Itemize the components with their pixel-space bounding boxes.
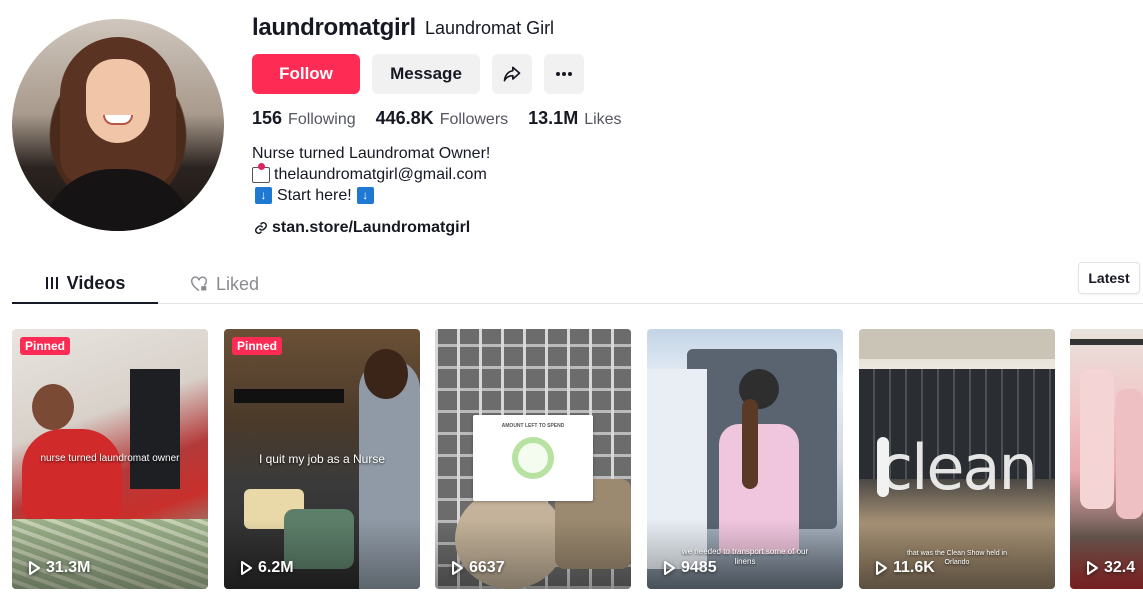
play-icon — [452, 561, 463, 575]
stat-followers[interactable]: 446.8K Followers — [376, 108, 509, 129]
stat-label: Following — [288, 111, 356, 128]
stat-label: Likes — [584, 111, 622, 128]
tab-label: Videos — [66, 272, 126, 293]
video-views: 6637 — [451, 559, 505, 577]
share-button[interactable] — [492, 54, 532, 94]
play-icon — [29, 561, 40, 575]
view-count: 6637 — [469, 559, 505, 576]
down-arrow-icon: ↓ — [255, 187, 272, 204]
video-caption: nurse turned laundromat owner — [40, 453, 180, 464]
profile-bio: Nurse turned Laundromat Owner! thelaundr… — [252, 143, 490, 206]
video-views: 9485 — [663, 559, 717, 577]
message-button[interactable]: Message — [372, 54, 480, 94]
profile-tabs: Videos Liked — [12, 264, 1143, 304]
view-count: 31.3M — [46, 559, 91, 576]
link-icon — [255, 222, 267, 234]
envelope-with-heart-icon — [252, 162, 270, 183]
tab-label: Liked — [216, 273, 260, 294]
bio-line: ↓ Start here! ↓ — [252, 185, 490, 206]
profile-link-text: stan.store/Laundromatgirl — [272, 219, 471, 236]
view-count: 6.2M — [258, 559, 294, 576]
play-icon — [664, 561, 675, 575]
stat-value: 13.1M — [528, 108, 579, 128]
grid-lines-icon — [45, 277, 58, 289]
play-icon — [876, 561, 887, 575]
sort-latest-button[interactable]: Latest — [1078, 262, 1140, 294]
pinned-badge: Pinned — [232, 337, 283, 355]
more-options-button[interactable] — [544, 54, 584, 94]
ellipsis-icon — [556, 72, 572, 76]
bio-email: thelaundromatgirl@gmail.com — [274, 166, 487, 183]
profile-link[interactable]: stan.store/Laundromatgirl — [254, 219, 470, 237]
video-card[interactable]: 32.4 — [1070, 329, 1143, 589]
play-icon — [241, 561, 252, 575]
stat-value: 156 — [252, 108, 283, 128]
profile-avatar — [12, 19, 224, 231]
video-card[interactable]: clean that was the Clean Show held in Or… — [859, 329, 1055, 589]
bio-start-text: Start here! — [277, 187, 352, 204]
stat-label: Followers — [439, 111, 509, 128]
stat-value: 446.8K — [375, 108, 434, 128]
video-card[interactable]: Pinned nurse turned laundromat owner 31.… — [12, 329, 208, 589]
video-caption: I quit my job as a Nurse — [258, 452, 386, 466]
view-count: 9485 — [681, 559, 717, 576]
video-grid: Pinned nurse turned laundromat owner 31.… — [12, 329, 1143, 589]
video-caption: AMOUNT LEFT TO SPEND — [501, 423, 565, 429]
pinned-badge: Pinned — [20, 337, 71, 355]
video-card[interactable]: AMOUNT LEFT TO SPEND 6637 — [435, 329, 631, 589]
bio-line: thelaundromatgirl@gmail.com — [252, 162, 490, 185]
video-views: 31.3M — [28, 559, 90, 577]
video-overlay-word: clean — [879, 431, 1038, 504]
view-count: 32.4 — [1104, 559, 1136, 576]
video-card[interactable]: Pinned I quit my job as a Nurse 6.2M — [224, 329, 420, 589]
bio-line: Nurse turned Laundromat Owner! — [252, 145, 491, 162]
video-views: 6.2M — [240, 559, 294, 577]
stat-likes: 13.1M Likes — [528, 108, 621, 129]
profile-username: laundromatgirl — [252, 14, 416, 41]
video-views: 32.4 — [1086, 559, 1135, 577]
play-icon — [1087, 561, 1098, 575]
profile-stats: 156 Following 446.8K Followers 13.1M Lik… — [252, 108, 622, 129]
follow-button[interactable]: Follow — [252, 54, 360, 94]
tab-liked[interactable]: Liked — [190, 264, 259, 304]
heart-lock-icon — [191, 276, 207, 292]
stat-following[interactable]: 156 Following — [252, 108, 356, 129]
share-icon — [503, 66, 521, 82]
view-count: 11.6K — [893, 559, 935, 576]
video-views: 11.6K — [875, 559, 935, 577]
video-card[interactable]: we needed to transport some of our linen… — [647, 329, 843, 589]
down-arrow-icon: ↓ — [356, 187, 374, 204]
tab-videos[interactable]: Videos — [12, 264, 158, 304]
profile-nickname: Laundromat Girl — [425, 18, 555, 38]
